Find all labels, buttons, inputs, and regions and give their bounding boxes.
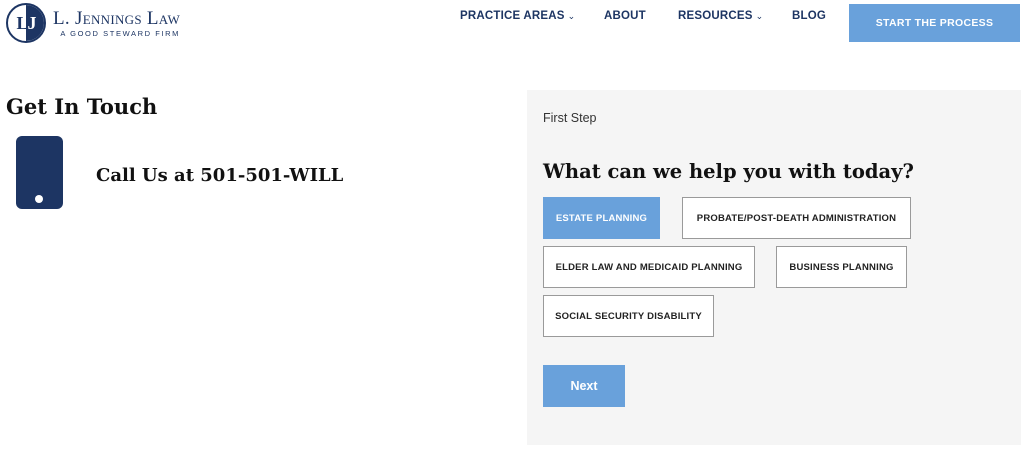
logo-text: L. Jennings Law A GOOD STEWARD FIRM [53, 9, 180, 38]
option-business-planning[interactable]: BUSINESS PLANNING [776, 246, 907, 288]
nav-practice-areas-label: PRACTICE AREAS [460, 10, 565, 22]
logo-tagline: A GOOD STEWARD FIRM [60, 28, 181, 38]
logo-mark-icon: LJ [6, 3, 46, 43]
logo-name: L. Jennings Law [53, 7, 181, 29]
next-button[interactable]: Next [543, 365, 625, 407]
option-elder-law-medicaid[interactable]: ELDER LAW AND MEDICAID PLANNING [543, 246, 755, 288]
option-social-security-disability[interactable]: SOCIAL SECURITY DISABILITY [543, 295, 714, 337]
step-label: First Step [543, 111, 597, 125]
site-header: LJ L. Jennings Law A GOOD STEWARD FIRM P… [0, 0, 1024, 46]
form-question: What can we help you with today? [543, 160, 914, 183]
nav-resources-label: RESOURCES [678, 10, 753, 22]
call-us-text[interactable]: Call Us at 501-501-WILL [96, 165, 343, 186]
chevron-down-icon: ⌄ [567, 11, 576, 21]
option-estate-planning[interactable]: ESTATE PLANNING [543, 197, 660, 239]
chevron-down-icon: ⌄ [755, 11, 764, 21]
intake-form-panel: First Step What can we help you with tod… [527, 90, 1021, 445]
start-the-process-button[interactable]: START THE PROCESS [849, 4, 1020, 42]
logo-initial-right: J [27, 12, 37, 33]
phone-icon [16, 136, 63, 209]
option-probate-administration[interactable]: PROBATE/POST-DEATH ADMINISTRATION [682, 197, 911, 239]
nav-practice-areas[interactable]: PRACTICE AREAS ⌄ [460, 10, 575, 22]
nav-blog[interactable]: BLOG [792, 10, 826, 22]
get-in-touch-heading: Get In Touch [6, 94, 158, 119]
nav-about[interactable]: ABOUT [604, 10, 646, 22]
nav-blog-label: BLOG [792, 10, 827, 22]
site-logo[interactable]: LJ L. Jennings Law A GOOD STEWARD FIRM [6, 3, 180, 43]
logo-initial-left: L [16, 12, 28, 33]
nav-resources[interactable]: RESOURCES ⌄ [678, 10, 763, 22]
nav-about-label: ABOUT [604, 10, 646, 22]
